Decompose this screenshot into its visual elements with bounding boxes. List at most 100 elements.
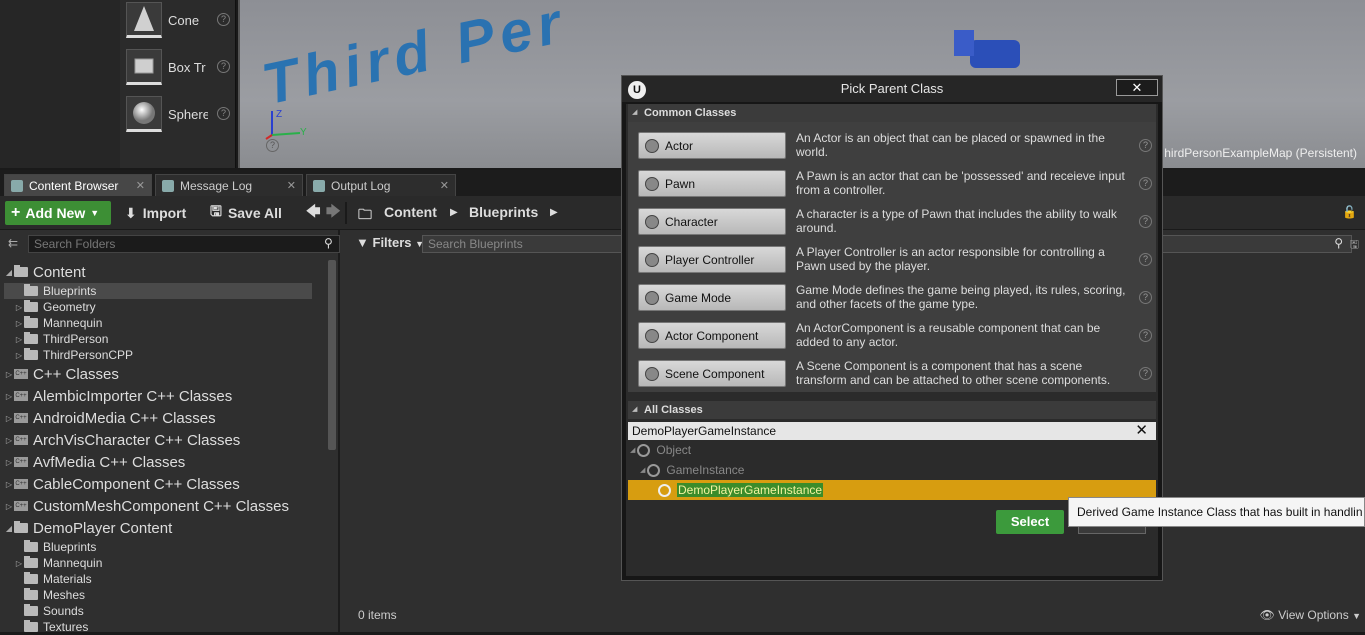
help-icon[interactable]: ?	[266, 139, 279, 152]
class-tree-row-object[interactable]: ◢ Object	[630, 440, 691, 460]
add-new-button[interactable]: + Add New ▼	[5, 201, 111, 225]
folder-tree-item[interactable]: ◢ Content	[4, 261, 86, 283]
class-button-actor-component[interactable]: Actor Component	[638, 322, 786, 349]
tab-message-log[interactable]: Message Log ✕	[155, 174, 303, 196]
help-icon[interactable]: ?	[217, 13, 230, 26]
folder-tree-item[interactable]: ▷ Mannequin	[14, 315, 102, 331]
class-button-player-controller[interactable]: Player Controller	[638, 246, 786, 273]
tab-output-log[interactable]: Output Log ✕	[306, 174, 456, 196]
collapsed-arrow-icon[interactable]: ▷	[4, 414, 14, 423]
place-item-sphere[interactable]: Sphere ?	[126, 94, 234, 134]
close-icon[interactable]: ✕	[287, 179, 296, 192]
class-button-character[interactable]: Character	[638, 208, 786, 235]
folder-tree-item[interactable]: Blueprints	[4, 283, 312, 299]
folder-tree-label: Blueprints	[43, 540, 97, 554]
class-button-actor[interactable]: Actor	[638, 132, 786, 159]
back-button[interactable]: 🡄	[306, 201, 320, 225]
help-icon[interactable]: ?	[1139, 253, 1152, 266]
common-classes-header[interactable]: Common Classes	[628, 104, 1156, 122]
folder-tree-item[interactable]: ▷ Mannequin	[14, 555, 102, 571]
help-icon[interactable]: ?	[1139, 139, 1152, 152]
save-all-button[interactable]: 🖫 Save All	[210, 201, 282, 225]
collapsed-arrow-icon[interactable]: ▷	[14, 559, 24, 568]
dialog-close-button[interactable]: ✕	[1116, 79, 1158, 96]
breadcrumb-separator-icon[interactable]: ▶	[450, 207, 458, 218]
class-button-label: Actor Component	[665, 328, 759, 343]
tree-scrollbar[interactable]	[328, 260, 336, 450]
help-icon[interactable]: ?	[1139, 291, 1152, 304]
class-button-pawn[interactable]: Pawn	[638, 170, 786, 197]
folder-icon	[24, 588, 38, 600]
folder-tree-item[interactable]: ▷ C++ CableComponent C++ Classes	[4, 473, 240, 495]
plus-icon: +	[11, 204, 21, 221]
dialog-title-bar[interactable]: U Pick Parent Class ✕	[622, 76, 1162, 102]
folder-icon	[24, 348, 38, 360]
help-icon[interactable]: ?	[1139, 367, 1152, 380]
place-item-box-trigger[interactable]: Box Tr ?	[126, 47, 234, 87]
collapsed-arrow-icon[interactable]: ▷	[4, 370, 14, 379]
view-options-button[interactable]: 👁 View Options ▼	[1260, 608, 1361, 622]
save-all-label: Save All	[227, 205, 282, 221]
camera-actor-icon[interactable]	[950, 20, 1040, 80]
folder-tree-item[interactable]: Blueprints	[14, 539, 96, 555]
save-search-icon[interactable]: 🖫	[1350, 236, 1359, 255]
tab-label: Output Log	[331, 178, 391, 193]
close-icon[interactable]: ✕	[136, 179, 145, 192]
collapsed-arrow-icon[interactable]: ▷	[14, 335, 24, 344]
clear-search-icon[interactable]: ✕	[1135, 422, 1148, 440]
filters-button[interactable]: ▼ Filters ▼	[356, 235, 424, 250]
collapse-sources-icon[interactable]: ⇇	[8, 236, 18, 250]
breadcrumb-separator-icon[interactable]: ▶	[550, 207, 558, 218]
folder-tree-item[interactable]: ▷ ThirdPersonCPP	[14, 347, 133, 363]
class-tree-row-demoplayergameinstance[interactable]: DemoPlayerGameInstance	[658, 480, 824, 500]
help-icon[interactable]: ?	[1139, 215, 1152, 228]
folder-tree-item[interactable]: ▷ C++ C++ Classes	[4, 363, 119, 385]
import-button[interactable]: ⬇ Import	[125, 201, 186, 225]
folder-tree-item[interactable]: Meshes	[14, 587, 85, 603]
folder-tree-item[interactable]: ▷ ThirdPerson	[14, 331, 108, 347]
search-folders-input[interactable]: Search Folders	[28, 235, 340, 253]
help-icon[interactable]: ?	[1139, 177, 1152, 190]
folder-icon	[24, 332, 38, 344]
place-item-cone[interactable]: Cone ?	[126, 0, 234, 40]
breadcrumb-blueprints[interactable]: Blueprints	[469, 204, 538, 220]
close-icon[interactable]: ✕	[440, 179, 449, 192]
select-button[interactable]: Select	[996, 510, 1064, 534]
dialog-title: Pick Parent Class	[840, 81, 944, 96]
folder-tree-item[interactable]: ◢ DemoPlayer Content	[4, 517, 172, 539]
collapsed-arrow-icon[interactable]: ▷	[14, 319, 24, 328]
folder-tree-item[interactable]: ▷ C++ AlembicImporter C++ Classes	[4, 385, 232, 407]
folder-icon	[24, 300, 38, 312]
class-search-input[interactable]: DemoPlayerGameInstance ✕	[628, 422, 1156, 440]
class-tree-row-gameinstance[interactable]: ◢ GameInstance	[640, 460, 744, 480]
folder-tree-item[interactable]: ▷ C++ AndroidMedia C++ Classes	[4, 407, 216, 429]
collapsed-arrow-icon[interactable]: ▷	[14, 351, 24, 360]
folder-tree-item[interactable]: ▷ C++ CustomMeshComponent C++ Classes	[4, 495, 289, 517]
folder-tree-item[interactable]: ▷ C++ AvfMedia C++ Classes	[4, 451, 185, 473]
folder-tree-item[interactable]: Sounds	[14, 603, 84, 619]
folder-tree-label: CustomMeshComponent C++ Classes	[33, 497, 289, 515]
folder-tree-item[interactable]: Textures	[14, 619, 88, 635]
collapsed-arrow-icon[interactable]: ▷	[4, 480, 14, 489]
import-label: Import	[142, 205, 187, 221]
folder-tree-item[interactable]: ▷ Geometry	[14, 299, 96, 315]
collapsed-arrow-icon[interactable]: ▷	[4, 392, 14, 401]
lock-icon[interactable]: 🔓	[1342, 205, 1357, 219]
tab-content-browser[interactable]: Content Browser ✕	[4, 174, 152, 196]
folder-tree-item[interactable]: Materials	[14, 571, 92, 587]
folder-tree-item[interactable]: ▷ C++ ArchVisCharacter C++ Classes	[4, 429, 240, 451]
expanded-arrow-icon[interactable]: ◢	[4, 268, 14, 277]
expanded-arrow-icon[interactable]: ◢	[4, 524, 14, 533]
collapsed-arrow-icon[interactable]: ▷	[4, 458, 14, 467]
help-icon[interactable]: ?	[217, 60, 230, 73]
collapsed-arrow-icon[interactable]: ▷	[14, 303, 24, 312]
class-button-game-mode[interactable]: Game Mode	[638, 284, 786, 311]
collapsed-arrow-icon[interactable]: ▷	[4, 502, 14, 511]
class-button-scene-component[interactable]: Scene Component	[638, 360, 786, 387]
all-classes-header[interactable]: All Classes	[628, 401, 1156, 419]
collapsed-arrow-icon[interactable]: ▷	[4, 436, 14, 445]
breadcrumb-content[interactable]: Content	[384, 204, 437, 220]
forward-button[interactable]: 🡆	[326, 201, 340, 225]
help-icon[interactable]: ?	[1139, 329, 1152, 342]
help-icon[interactable]: ?	[217, 107, 230, 120]
